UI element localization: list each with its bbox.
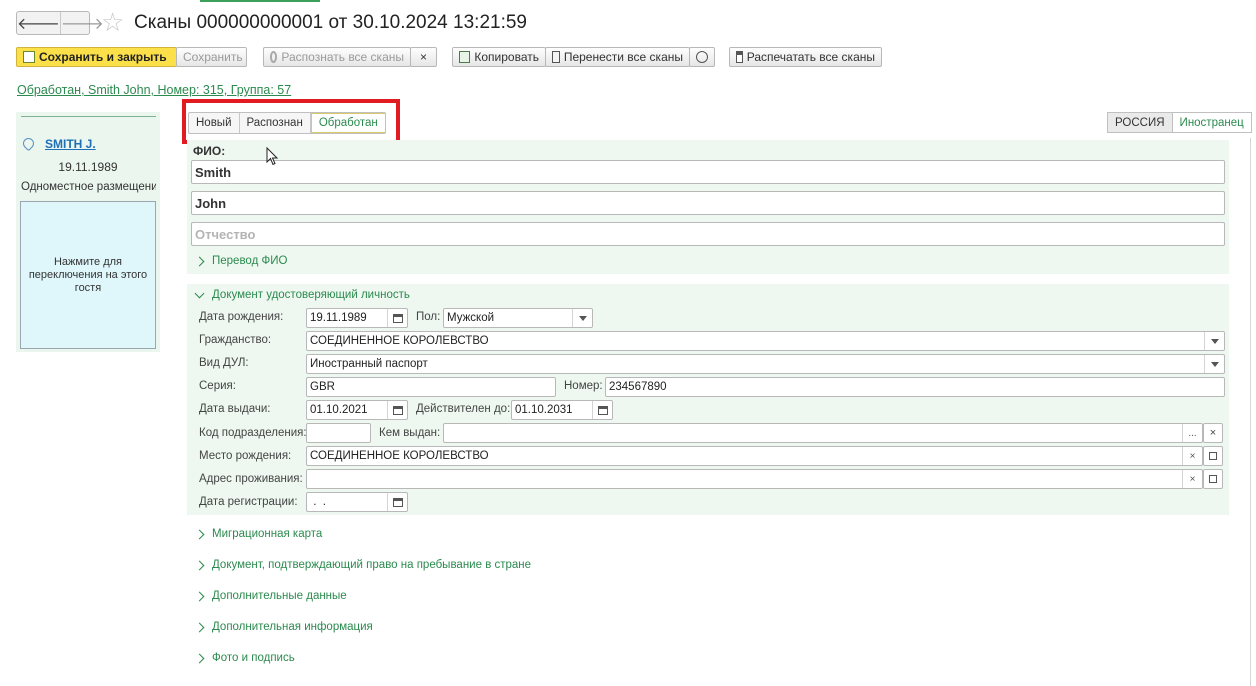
last-name-field[interactable]: Smith	[191, 160, 1225, 184]
valid-until-label: Действителен до:	[416, 403, 511, 415]
copy-button[interactable]: Копировать	[452, 47, 546, 67]
gender-select[interactable]: Мужской	[443, 308, 593, 328]
dropdown-arrow-icon[interactable]	[1204, 332, 1224, 350]
series-label: Серия:	[199, 380, 236, 392]
additional-data-toggle[interactable]: Дополнительные данные	[194, 590, 347, 602]
clear-icon[interactable]: ×	[1182, 447, 1202, 465]
clear-issued-by-button[interactable]: ×	[1203, 423, 1223, 443]
save-and-close-button[interactable]: Сохранить и закрыть	[16, 47, 177, 67]
calendar-icon[interactable]	[387, 493, 407, 511]
open-address-button[interactable]	[1203, 469, 1223, 489]
doc-type-label: Вид ДУЛ:	[199, 357, 249, 369]
calendar-icon[interactable]	[387, 309, 407, 327]
issue-date-field[interactable]: 01.10.2021	[306, 400, 408, 420]
citizenship-select[interactable]: СОЕДИНЕННОЕ КОРОЛЕВСТВО	[306, 331, 1225, 351]
recognize-all-button[interactable]: Распознать все сканы	[263, 47, 411, 67]
clear-recognize-button[interactable]: ×	[410, 47, 437, 67]
clear-icon[interactable]: ×	[1182, 470, 1202, 488]
address-field[interactable]: ×	[306, 469, 1203, 489]
valid-until-field[interactable]: 01.10.2031	[511, 400, 613, 420]
chevron-right-icon	[194, 622, 205, 632]
guest-room-type: Одноместное размещение	[21, 181, 156, 193]
tab-russia[interactable]: РОССИЯ	[1108, 113, 1173, 132]
additional-info-toggle[interactable]: Дополнительная информация	[194, 621, 373, 633]
division-code-field[interactable]	[306, 423, 371, 443]
chevron-right-icon	[194, 529, 205, 539]
scrollbar[interactable]	[1250, 138, 1251, 686]
guest-name-link[interactable]: SMITH J.	[45, 137, 96, 151]
mouse-cursor-icon	[266, 147, 279, 166]
active-tab-indicator	[200, 0, 320, 2]
divider	[21, 116, 156, 117]
calendar-icon[interactable]	[592, 401, 612, 419]
number-label: Номер:	[564, 380, 603, 392]
move-all-button[interactable]: Перенести все сканы	[545, 47, 690, 67]
status-link[interactable]: Обработан, Smith John, Номер: 315, Групп…	[17, 83, 291, 97]
country-tabs: РОССИЯ Иностранец	[1107, 112, 1252, 133]
issue-date-label: Дата выдачи:	[199, 403, 271, 415]
chevron-right-icon	[194, 591, 205, 601]
residence-doc-toggle[interactable]: Документ, подтверждающий право на пребыв…	[194, 559, 531, 571]
first-name-field[interactable]: John	[191, 191, 1225, 215]
fio-translation-toggle[interactable]: Перевод ФИО	[194, 255, 287, 267]
birth-date-field[interactable]: 19.11.1989	[306, 308, 408, 328]
chevron-right-icon	[194, 560, 205, 570]
save-icon	[23, 51, 35, 63]
move-icon	[552, 51, 560, 63]
issued-by-field[interactable]: ...	[443, 423, 1203, 443]
issued-by-label: Кем выдан:	[379, 427, 441, 439]
calendar-icon[interactable]	[387, 401, 407, 419]
guest-birth-date: 19.11.1989	[58, 160, 118, 174]
doc-type-select[interactable]: Иностранный паспорт	[306, 354, 1225, 374]
dropdown-arrow-icon[interactable]	[1204, 355, 1224, 373]
gender-label: Пол:	[416, 311, 441, 323]
globe-icon	[696, 51, 708, 63]
chevron-right-icon	[194, 653, 205, 663]
favorite-star-icon[interactable]: ☆	[101, 9, 124, 35]
open-birth-place-button[interactable]	[1203, 446, 1223, 466]
save-button[interactable]: Сохранить	[176, 47, 247, 67]
back-button[interactable]: 🡐	[17, 12, 60, 34]
ellipsis-icon[interactable]: ...	[1182, 424, 1202, 442]
photo-signature-toggle[interactable]: Фото и подпись	[194, 652, 295, 664]
forward-button[interactable]: 🡒	[59, 12, 104, 34]
birth-date-label: Дата рождения:	[199, 311, 284, 323]
copy-icon	[459, 51, 471, 63]
division-code-label: Код подразделения:	[199, 427, 307, 439]
number-field[interactable]: 234567890	[605, 377, 1225, 397]
citizenship-label: Гражданство:	[199, 334, 272, 346]
gear-icon	[270, 51, 278, 63]
chevron-right-icon	[194, 256, 205, 266]
highlight-frame	[182, 99, 400, 144]
middle-name-field[interactable]: Отчество	[191, 222, 1225, 246]
page-title: Сканы 000000000001 от 30.10.2024 13:21:5…	[134, 12, 527, 33]
chevron-down-icon	[194, 288, 205, 298]
open-icon	[1209, 475, 1217, 483]
identity-doc-toggle[interactable]: Документ удостоверяющий личность	[194, 288, 410, 301]
open-icon	[1209, 452, 1217, 460]
web-button[interactable]	[689, 47, 715, 67]
print-all-button[interactable]: Распечатать все сканы	[729, 47, 882, 67]
fio-label: ФИО:	[193, 144, 226, 158]
switch-guest-area[interactable]: Нажмите для переключения на этого гостя	[20, 201, 156, 349]
dropdown-arrow-icon[interactable]	[572, 309, 592, 327]
tab-foreigner[interactable]: Иностранец	[1173, 113, 1251, 132]
printer-icon	[736, 51, 743, 63]
birth-place-field[interactable]: СОЕДИНЕННОЕ КОРОЛЕВСТВО ×	[306, 446, 1203, 466]
registration-date-label: Дата регистрации:	[199, 496, 298, 508]
series-field[interactable]: GBR	[306, 377, 556, 397]
address-label: Адрес проживания:	[199, 473, 303, 485]
migration-card-toggle[interactable]: Миграционная карта	[194, 528, 322, 540]
birth-place-label: Место рождения:	[199, 450, 292, 462]
registration-date-field[interactable]: . .	[306, 492, 408, 512]
history-nav: 🡐 🡒	[16, 11, 104, 35]
